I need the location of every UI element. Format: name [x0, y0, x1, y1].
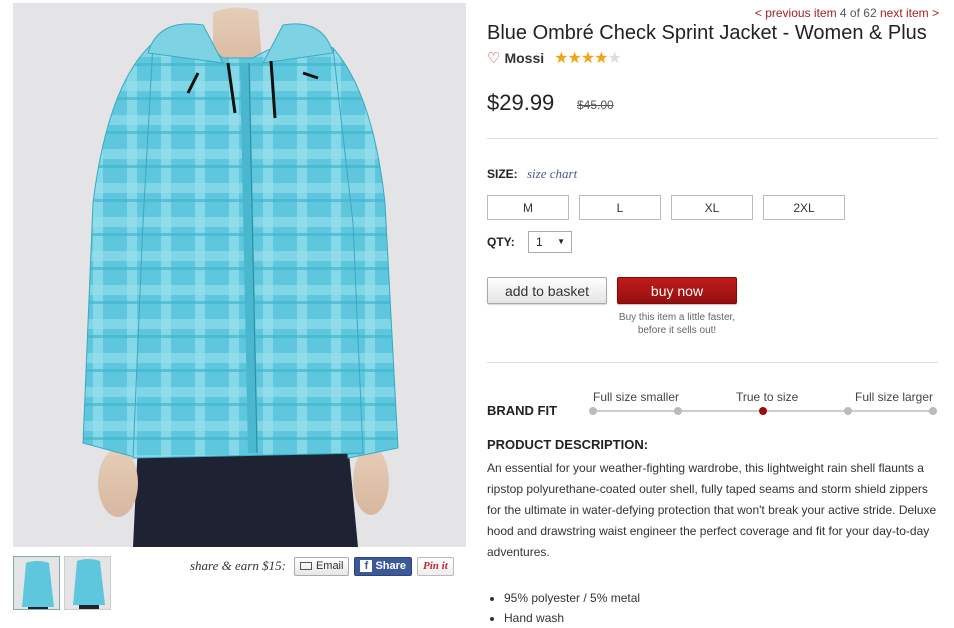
fit-marker	[674, 407, 682, 415]
pinterest-label: Pin it	[423, 560, 448, 572]
fit-marker	[929, 407, 937, 415]
next-item-link[interactable]: next item >	[880, 6, 939, 20]
thumbnail-back[interactable]	[64, 556, 111, 610]
item-position: 4 of 62	[839, 6, 877, 20]
dropdown-arrow-icon: ▼	[557, 237, 565, 246]
description-text: An essential for your weather-fighting w…	[487, 461, 937, 559]
fit-scale-true: True to size	[736, 390, 799, 404]
quantity-select[interactable]: 1 ▼	[528, 231, 572, 253]
product-title: Blue Ombré Check Sprint Jacket - Women &…	[487, 22, 927, 44]
star-icon: ★	[580, 50, 595, 67]
email-label: Email	[315, 560, 344, 572]
size-option-2xl[interactable]: 2XL	[763, 195, 845, 220]
fit-marker	[844, 407, 852, 415]
jacket-thumbnail-image	[14, 557, 59, 609]
qty-label: QTY:	[487, 235, 515, 249]
email-share-button[interactable]: Email	[293, 556, 350, 576]
size-option-m[interactable]: M	[487, 195, 569, 220]
envelope-icon	[299, 562, 312, 570]
facebook-label: Share	[375, 560, 407, 572]
list-item: 95% polyester / 5% metal	[504, 588, 640, 608]
fit-scale-larger: Full size larger	[855, 390, 934, 404]
size-chart-link[interactable]: size chart	[527, 166, 577, 182]
add-to-basket-button[interactable]: add to basket	[487, 277, 607, 304]
sale-price: $29.99	[487, 90, 555, 115]
buy-now-note: Buy this item a little faster, before it…	[618, 312, 736, 336]
brand-row: ♡ Mossi ★★★★★	[487, 48, 622, 68]
original-price: $45.00	[577, 98, 614, 112]
brand-name[interactable]: Mossi	[504, 50, 544, 66]
previous-item-link[interactable]: < previous item	[755, 6, 837, 20]
star-icon: ★	[594, 50, 608, 67]
facebook-share-button[interactable]: f Share	[354, 556, 413, 576]
size-option-xl[interactable]: XL	[671, 195, 753, 220]
fit-scale-smaller: Full size smaller	[593, 390, 680, 404]
list-item: Hand wash	[504, 608, 640, 628]
share-bar: share & earn $15: Email f Share Pin it	[190, 556, 454, 576]
quantity-value: 1	[536, 235, 543, 249]
divider	[487, 362, 938, 363]
product-main-image[interactable]	[13, 3, 466, 547]
item-navigation: < previous item 4 of 62 next item >	[755, 6, 939, 20]
star-icon: ★	[567, 50, 581, 67]
star-icon: ★	[554, 50, 568, 67]
jacket-thumbnail-image	[65, 557, 110, 609]
fit-marker	[589, 407, 597, 415]
jacket-photo	[82, 7, 399, 547]
share-earn-label: share & earn $15:	[190, 558, 286, 573]
description-heading: PRODUCT DESCRIPTION:	[487, 437, 649, 452]
heart-icon[interactable]: ♡	[487, 51, 500, 66]
star-rating: ★★★★★	[554, 48, 622, 68]
material-list: 95% polyester / 5% metal Hand wash	[487, 588, 640, 628]
size-label: SIZE:	[487, 167, 518, 181]
divider	[487, 138, 938, 139]
brand-fit-label: BRAND FIT	[487, 403, 558, 418]
fit-marker-selected	[759, 407, 767, 415]
buy-now-button[interactable]: buy now	[617, 277, 737, 304]
star-icon: ★	[607, 50, 622, 67]
pinterest-button[interactable]: Pin it	[417, 556, 454, 576]
thumbnail-front[interactable]	[13, 556, 60, 610]
facebook-icon: f	[360, 560, 373, 572]
size-option-l[interactable]: L	[579, 195, 661, 220]
